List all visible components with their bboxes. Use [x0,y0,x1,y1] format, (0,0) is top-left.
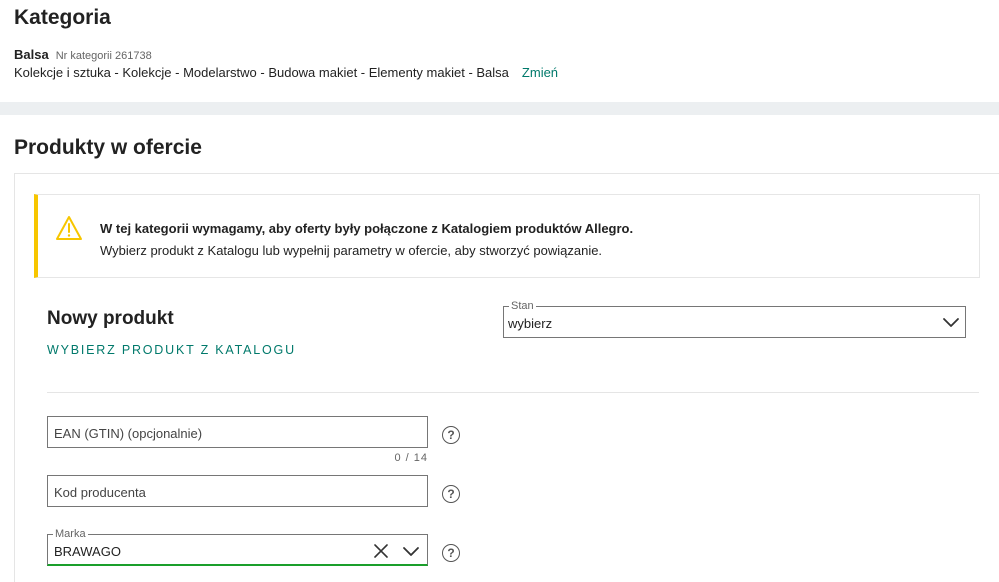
close-icon[interactable] [374,544,388,558]
alert-message: Wybierz produkt z Katalogu lub wypełnij … [100,243,603,258]
category-breadcrumb: Kolekcje i sztuka - Kolekcje - Modelarst… [14,65,509,80]
manufacturer-code-input[interactable]: Kod producenta [47,475,428,507]
ean-input[interactable]: EAN (GTIN) (opcjonalnie) [47,416,428,448]
section-divider [0,102,999,115]
manufacturer-code-placeholder: Kod producenta [54,485,146,500]
new-product-title: Nowy produkt [47,308,174,329]
change-category-link[interactable]: Zmień [522,65,558,80]
manufacturer-code-help-icon[interactable]: ? [442,485,460,503]
form-divider [47,392,979,393]
brand-label: Marka [53,527,88,541]
stan-value: wybierz [508,316,553,331]
alert-heading: W tej kategorii wymagamy, aby oferty był… [100,221,634,236]
ean-placeholder: EAN (GTIN) (opcjonalnie) [54,426,203,441]
products-title: Produkty w ofercie [14,136,202,159]
select-from-catalog-link[interactable]: WYBIERZ PRODUKT Z KATALOGU [47,343,296,357]
ean-help-icon[interactable]: ? [442,426,460,444]
chevron-down-icon [943,318,959,327]
brand-help-icon[interactable]: ? [442,544,460,562]
category-name: Balsa [14,47,49,62]
warning-triangle-icon [56,216,82,240]
category-title: Kategoria [14,6,111,29]
category-number: Nr kategorii 261738 [55,50,152,62]
ean-char-counter: 0 / 14 [394,452,428,464]
category-section: Kategoria Balsa Nr kategorii 261738 Kole… [0,0,999,102]
category-name-row: Balsa Nr kategorii 261738 [14,47,152,62]
category-path-row: Kolekcje i sztuka - Kolekcje - Modelarst… [14,65,558,80]
chevron-down-icon[interactable] [402,546,420,558]
catalog-alert: W tej kategorii wymagamy, aby oferty był… [34,194,980,278]
brand-value: BRAWAGO [54,544,121,559]
brand-select[interactable]: Marka BRAWAGO [47,527,428,566]
stan-select[interactable]: Stan wybierz [503,299,966,338]
stan-label: Stan [509,299,536,313]
